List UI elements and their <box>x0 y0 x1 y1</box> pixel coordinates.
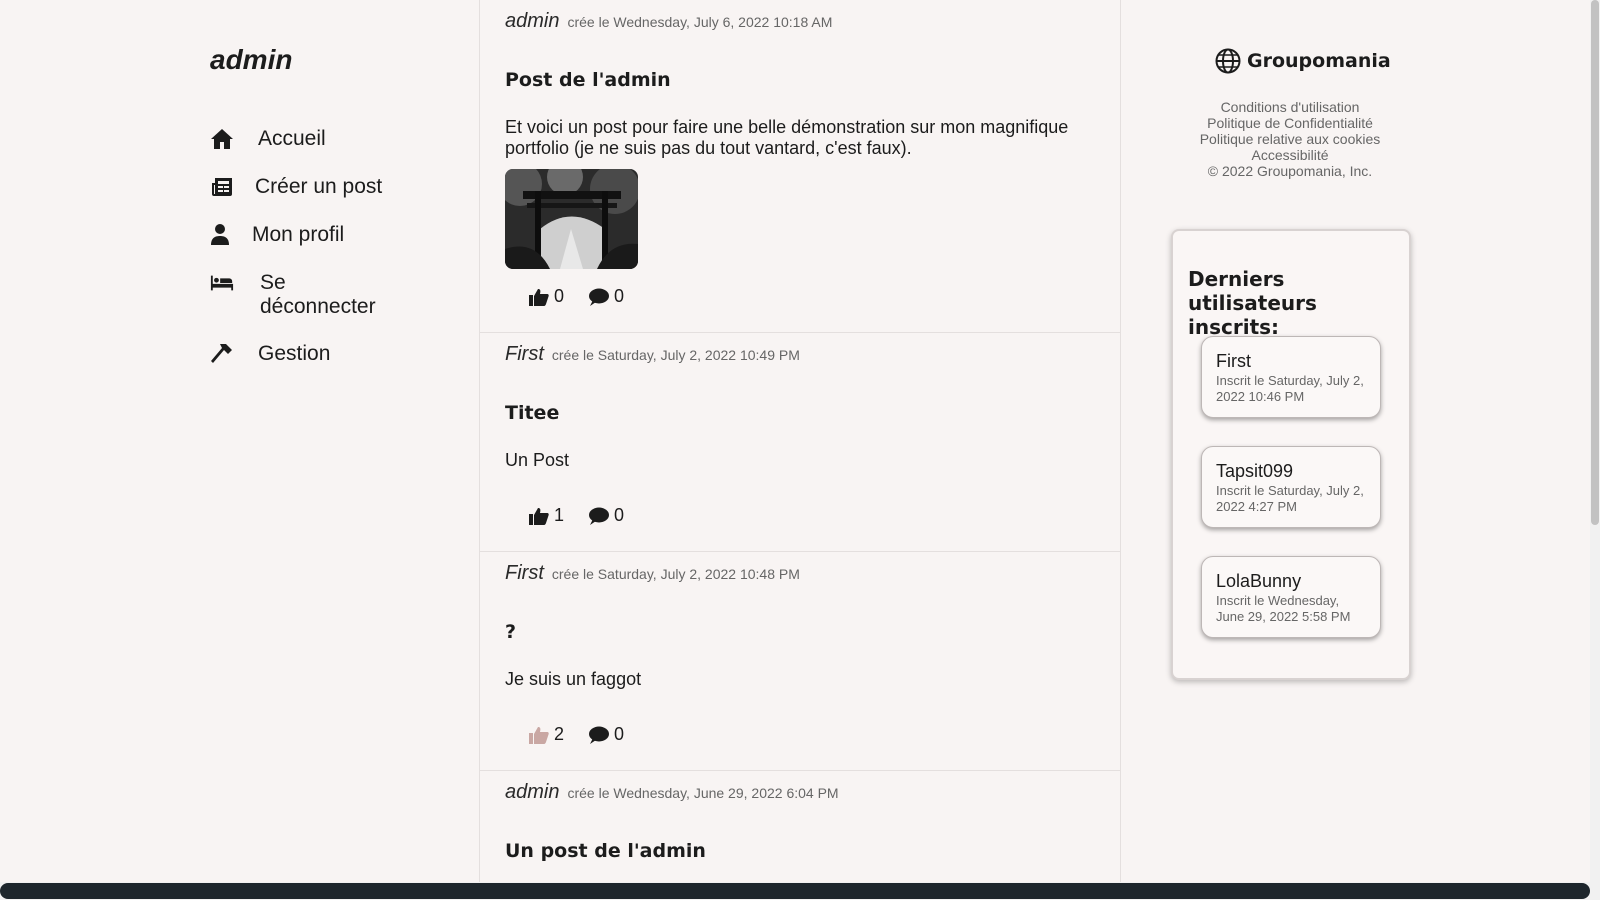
newspaper-icon <box>210 175 236 199</box>
post-title: Titee <box>505 402 560 424</box>
sidebar-item-label: Créer un post <box>255 175 383 198</box>
link-accessibility[interactable]: Accessibilité <box>1170 147 1410 163</box>
post-date: crée le Wednesday, June 29, 2022 6:04 PM <box>567 785 839 801</box>
brand: Groupomania <box>1215 48 1391 74</box>
sidebar-item-accueil[interactable]: Accueil <box>210 127 378 151</box>
link-privacy[interactable]: Politique de Confidentialité <box>1170 115 1410 131</box>
user-registered-date: Inscrit le Wednesday, June 29, 2022 5:58… <box>1216 593 1351 624</box>
sidebar-item-label: Se déconnecter <box>260 271 376 318</box>
user-card[interactable]: First Inscrit le Saturday, July 2, 2022 … <box>1201 336 1381 418</box>
post-author[interactable]: admin <box>505 781 559 803</box>
user-registered-date: Inscrit le Saturday, July 2, 2022 4:27 P… <box>1216 483 1364 514</box>
footer-links: Conditions d'utilisation Politique de Co… <box>1170 99 1410 179</box>
comment-count: 0 <box>614 505 625 525</box>
sidebar-item-label: Mon profil <box>252 223 345 246</box>
user-icon <box>210 223 236 247</box>
copyright: © 2022 Groupomania, Inc. <box>1207 163 1373 179</box>
post-date: crée le Wednesday, July 6, 2022 10:18 AM <box>567 14 833 30</box>
post-author[interactable]: admin <box>505 10 559 32</box>
post-card: admin crée le Wednesday, July 6, 2022 10:… <box>480 0 1120 333</box>
sidebar-item-logout[interactable]: Se déconnecter <box>210 271 380 319</box>
sidebar-item-gestion[interactable]: Gestion <box>210 342 378 366</box>
like-button[interactable]: 0 <box>529 286 564 307</box>
post-date: crée le Saturday, July 2, 2022 10:49 PM <box>551 347 800 363</box>
post-card: admin crée le Wednesday, June 29, 2022 6:… <box>480 771 1120 882</box>
post-body: Je suis un faggot <box>505 669 642 689</box>
post-feed: admin crée le Wednesday, July 6, 2022 10:… <box>479 0 1121 882</box>
home-icon <box>210 127 236 151</box>
comment-icon <box>589 288 610 306</box>
globe-icon <box>1215 48 1241 74</box>
post-date: crée le Saturday, July 2, 2022 10:48 PM <box>551 566 800 582</box>
post-meta: First crée le Saturday, July 2, 2022 10:4… <box>505 562 800 585</box>
post-title: ? <box>505 621 517 643</box>
like-button[interactable]: 1 <box>529 505 564 526</box>
vertical-scrollbar-thumb[interactable] <box>1591 0 1599 525</box>
like-count: 1 <box>554 505 565 525</box>
link-terms[interactable]: Conditions d'utilisation <box>1170 99 1410 115</box>
thumbs-up-icon <box>529 726 549 744</box>
post-body: Et voici un post pour faire une belle dé… <box>505 117 1069 158</box>
comment-icon <box>589 726 610 744</box>
user-registered-date: Inscrit le Saturday, July 2, 2022 10:46 … <box>1216 373 1364 404</box>
sidebar-item-create-post[interactable]: Créer un post <box>210 175 415 199</box>
post-author[interactable]: First <box>505 562 544 584</box>
post-title: Post de l'admin <box>505 69 671 91</box>
post-author[interactable]: First <box>505 343 544 365</box>
thumbs-up-icon <box>529 507 549 525</box>
horizontal-scrollbar-thumb[interactable] <box>0 883 1590 899</box>
bed-icon <box>210 271 236 295</box>
thumbs-up-icon <box>529 288 549 306</box>
post-card: First crée le Saturday, July 2, 2022 10:4… <box>480 333 1120 552</box>
sidebar-item-profile[interactable]: Mon profil <box>210 223 372 247</box>
post-title: Un post de l'admin <box>505 840 706 862</box>
comment-button[interactable]: 0 <box>589 286 624 307</box>
hammer-icon <box>210 342 236 366</box>
post-meta: First crée le Saturday, July 2, 2022 10:4… <box>505 343 800 366</box>
comment-button[interactable]: 0 <box>589 505 624 526</box>
user-card[interactable]: Tapsit099 Inscrit le Saturday, July 2, 2… <box>1201 446 1381 528</box>
link-cookies[interactable]: Politique relative aux cookies <box>1170 131 1410 147</box>
user-name: LolaBunny <box>1216 571 1302 591</box>
latest-users-panel: Derniers utilisateurs inscrits: First In… <box>1171 229 1411 680</box>
post-actions: 0 0 <box>529 286 649 307</box>
post-meta: admin crée le Wednesday, July 6, 2022 10:… <box>505 10 832 33</box>
comment-count: 0 <box>614 286 625 306</box>
latest-users-title: Derniers utilisateurs inscrits: <box>1188 267 1317 339</box>
post-card: First crée le Saturday, July 2, 2022 10:4… <box>480 552 1120 771</box>
like-count: 2 <box>554 724 565 744</box>
post-actions: 1 0 <box>529 505 649 526</box>
user-card[interactable]: LolaBunny Inscrit le Wednesday, June 29,… <box>1201 556 1381 638</box>
like-count: 0 <box>554 286 565 306</box>
vertical-scrollbar[interactable] <box>1590 0 1600 882</box>
user-name: First <box>1216 351 1251 371</box>
horizontal-scrollbar[interactable] <box>0 882 1600 900</box>
post-meta: admin crée le Wednesday, June 29, 2022 6:… <box>505 781 839 804</box>
comment-button[interactable]: 0 <box>589 724 624 745</box>
comment-icon <box>589 507 610 525</box>
post-image[interactable] <box>505 169 638 269</box>
comment-count: 0 <box>614 724 625 744</box>
sidebar-item-label: Accueil <box>258 127 326 150</box>
brand-name: Groupomania <box>1247 50 1391 72</box>
like-button[interactable]: 2 <box>529 724 564 745</box>
post-actions: 2 0 <box>529 724 649 745</box>
post-body: Un Post <box>505 450 570 470</box>
sidebar-item-label: Gestion <box>258 342 331 365</box>
sidebar-username: admin <box>210 44 293 75</box>
user-name: Tapsit099 <box>1216 461 1294 481</box>
